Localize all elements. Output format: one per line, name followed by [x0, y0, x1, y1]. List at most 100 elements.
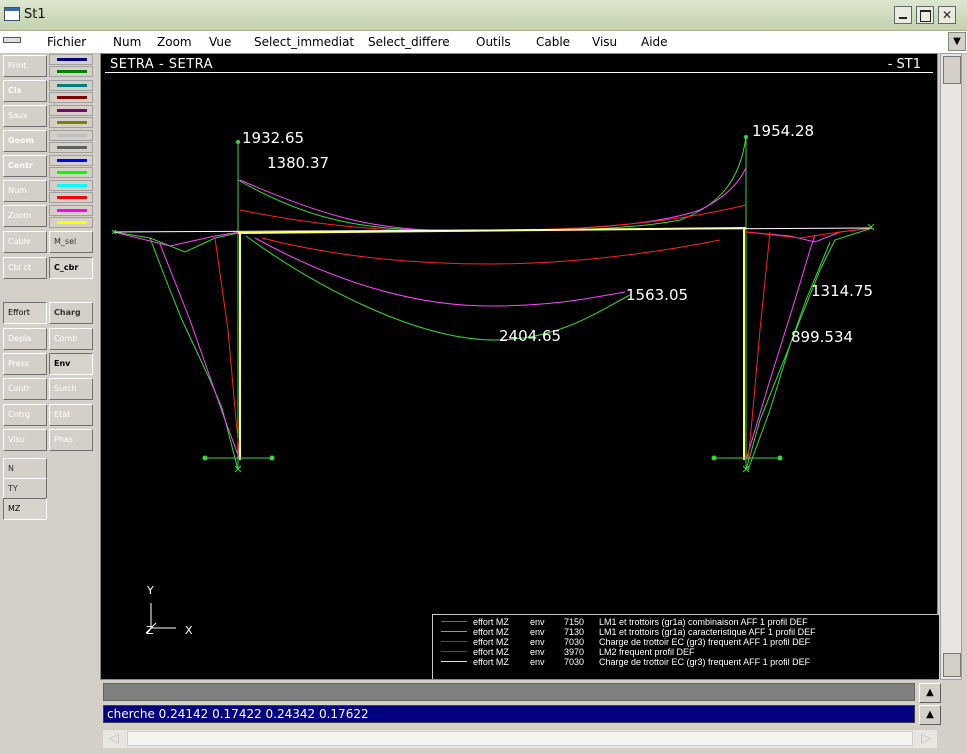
cntrg-button[interactable]: Cntrg [3, 404, 47, 426]
menu-num[interactable]: Num [113, 35, 141, 49]
menu-visu[interactable]: Visu [592, 35, 617, 49]
value-label: 1932.65 [242, 129, 304, 147]
menu-zoom[interactable]: Zoom [157, 35, 192, 49]
arrow-left-icon: ◁ [109, 731, 119, 746]
color-swatch[interactable] [49, 167, 93, 178]
value-label: 2404.65 [499, 327, 561, 345]
color-swatch[interactable] [49, 205, 93, 216]
close-button[interactable]: ✕ [938, 6, 956, 24]
cbl-ct-button[interactable]: Cbl ct [3, 257, 47, 279]
effort-button[interactable]: Effort [3, 302, 47, 324]
menu-vue[interactable]: Vue [209, 35, 231, 49]
depla-button[interactable]: Depla [3, 328, 47, 350]
minimize-icon [899, 17, 907, 19]
color-swatch[interactable] [49, 180, 93, 191]
legend-row: effort MZ env 7150 LM1 et trottoirs (gr1… [433, 617, 939, 627]
num-button[interactable]: Num [3, 180, 47, 202]
centr-button[interactable]: Centr [3, 155, 47, 177]
legend-row: effort MZ env 7030 Charge de trottoir EC… [433, 637, 939, 647]
envelope-green-span-top [237, 136, 747, 232]
history-next-button[interactable]: ▲ [919, 705, 941, 725]
color-sample [57, 221, 87, 224]
cls-button[interactable]: Cls [3, 80, 47, 102]
title-bar: St1 ✕ [0, 0, 967, 31]
envelope-magenta-left [113, 231, 241, 247]
menu-select-immediat[interactable]: Select_immediat [254, 35, 354, 49]
color-swatch[interactable] [49, 117, 93, 128]
legend-line-sample [441, 641, 467, 642]
command-input[interactable]: cherche 0.24142 0.17422 0.24342 0.17622 [103, 705, 915, 723]
system-menu-icon[interactable] [3, 37, 21, 43]
canvas-vertical-scrollbar[interactable] [940, 53, 962, 680]
zoom-button[interactable]: Zoom [3, 205, 47, 227]
scroll-right-button[interactable]: ▷ [915, 730, 937, 748]
scroll-left-button[interactable]: ◁ [103, 730, 125, 748]
phas-button[interactable]: Phas [49, 429, 93, 451]
maximize-button[interactable] [916, 6, 934, 24]
legend-row: effort MZ env 7030 Charge de trottoir EC… [433, 657, 939, 667]
color-swatch[interactable] [49, 142, 93, 153]
color-sample [57, 70, 87, 73]
value-label: 1380.37 [267, 154, 329, 172]
color-swatch[interactable] [49, 54, 93, 65]
etat-button[interactable]: Etat [49, 404, 93, 426]
contr-button[interactable]: Contr [3, 378, 47, 400]
color-sample [57, 121, 87, 124]
menu-select-differe[interactable]: Select_differe [368, 35, 450, 49]
color-swatch[interactable] [49, 155, 93, 166]
envelope-magenta-right-pile [745, 234, 816, 461]
env-button[interactable]: Env [49, 353, 93, 375]
n-component-button[interactable]: N [3, 458, 47, 480]
value-label: 899.534 [791, 328, 853, 346]
scrollbar-track[interactable] [127, 731, 913, 746]
cable-button[interactable]: Cable [3, 231, 47, 253]
color-sample [57, 159, 87, 162]
color-swatch[interactable] [49, 105, 93, 116]
comb-button[interactable]: Comb [49, 328, 93, 350]
print-button[interactable]: Print [3, 55, 47, 77]
scrollbar-thumb-bottom[interactable] [943, 653, 961, 677]
color-sample [57, 58, 87, 61]
color-swatch[interactable] [49, 192, 93, 203]
value-label: 1314.75 [811, 282, 873, 300]
menu-cable[interactable]: Cable [536, 35, 570, 49]
menu-scroll-button[interactable]: ▼ [948, 32, 966, 51]
menu-outils[interactable]: Outils [476, 35, 511, 49]
mz-component-button[interactable]: MZ [3, 498, 47, 520]
minimize-button[interactable] [894, 6, 912, 24]
menu-fichier[interactable]: Fichier [47, 35, 86, 49]
canvas-horizontal-scrollbar[interactable]: ◁ ▷ [103, 730, 937, 748]
press-button[interactable]: Press [3, 353, 47, 375]
visu-button[interactable]: Visu [3, 429, 47, 451]
color-swatch[interactable] [49, 92, 93, 103]
window-title: St1 [24, 7, 46, 22]
surch-button[interactable]: Surch [49, 378, 93, 400]
sauv-button[interactable]: Sauv [3, 105, 47, 127]
value-label: 1563.05 [626, 286, 688, 304]
legend-line-sample [441, 621, 467, 622]
color-sample [57, 184, 87, 187]
menu-bar: Fichier Num Zoom Vue Select_immediat Sel… [0, 31, 967, 54]
scrollbar-thumb-top[interactable] [943, 56, 961, 84]
color-swatch[interactable] [49, 80, 93, 91]
legend-line-sample [441, 661, 467, 662]
c-cbr-button[interactable]: C_cbr [49, 257, 93, 279]
command-history[interactable] [103, 683, 915, 701]
drawing-canvas[interactable]: SETRA - SETRA - ST1 1932.65 1380.37 1954… [100, 53, 938, 680]
color-sample [57, 196, 87, 199]
menu-aide[interactable]: Aide [641, 35, 668, 49]
color-sample [57, 84, 87, 87]
m-sel-button[interactable]: M_sel [49, 231, 93, 253]
color-sample [57, 171, 87, 174]
charg-button[interactable]: Charg [49, 302, 93, 324]
legend-row: effort MZ env 3970 LM2 frequent profil D… [433, 647, 939, 657]
geom-button[interactable]: Geom [3, 130, 47, 152]
color-swatch[interactable] [49, 66, 93, 77]
maximize-icon [920, 10, 931, 22]
history-up-button[interactable]: ▲ [919, 683, 941, 703]
color-swatch[interactable] [49, 217, 93, 228]
ty-component-button[interactable]: TY [3, 478, 47, 500]
color-swatch[interactable] [49, 130, 93, 141]
legend-row: effort MZ env 7130 LM1 et trottoirs (gr1… [433, 627, 939, 637]
chevron-down-icon: ▼ [953, 36, 961, 47]
